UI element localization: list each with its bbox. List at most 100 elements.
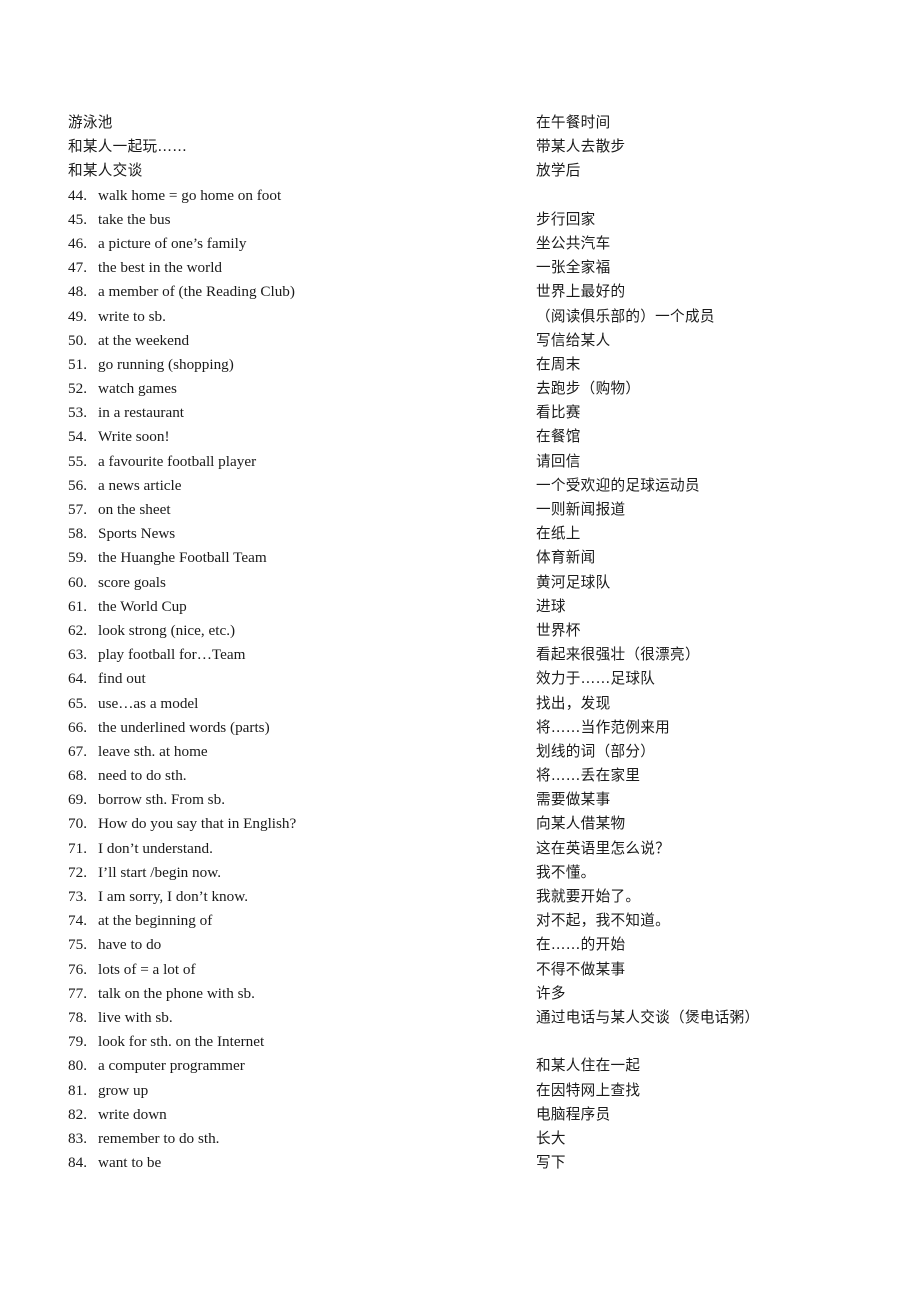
chinese-translation-line: 通过电话与某人交谈（煲电话粥） (536, 1008, 760, 1026)
chinese-translation-line: 在午餐时间 (536, 114, 611, 131)
chinese-translation-line: 许多 (536, 984, 566, 1002)
english-phrase: a computer programmer (98, 1057, 245, 1075)
list-item: 52. watch games (68, 377, 508, 401)
list-item: 82. write down (68, 1103, 508, 1127)
list-item: 75. have to do (68, 933, 508, 957)
item-number: 57. (68, 501, 87, 518)
chinese-translation-line: 效力于……足球队 (536, 670, 656, 688)
item-number: 78. (68, 1008, 87, 1026)
item-number: 83. (68, 1129, 87, 1147)
list-item: 48. a member of (the Reading Club) (68, 280, 508, 304)
list-item: 62. look strong (nice, etc.) (68, 619, 508, 643)
item-number: 56. (68, 476, 87, 494)
item-number: 45. (68, 210, 87, 228)
item-number: 60. (68, 573, 87, 591)
item-number: 74. (68, 912, 87, 930)
english-phrase: a member of (the Reading Club) (98, 283, 295, 301)
list-item: 78. live with sb. (68, 1006, 508, 1030)
list-item: 81. grow up (68, 1079, 508, 1103)
list-item: 66. the underlined words (parts) (68, 716, 508, 740)
list-item: 84. want to be (68, 1151, 508, 1175)
item-number: 62. (68, 621, 87, 639)
list-item: 44. walk home = go home on foot (68, 184, 508, 208)
english-phrase: Sports News (98, 525, 176, 543)
item-number: 76. (68, 960, 87, 978)
chinese-translation-line: 请回信 (536, 452, 581, 470)
chinese-translation-line: 将……丢在家里 (536, 767, 641, 785)
item-number: 73. (68, 888, 87, 905)
item-number: 79. (68, 1033, 87, 1051)
heading-line: 和某人交谈 (68, 162, 143, 180)
english-phrase: a favourite football player (98, 452, 257, 470)
item-number: 51. (68, 355, 87, 373)
list-item: 55. a favourite football player (68, 450, 508, 474)
item-number: 82. (68, 1105, 87, 1123)
english-phrase: borrow sth. From sb. (98, 791, 225, 809)
item-number: 68. (68, 767, 87, 785)
item-number: 53. (68, 404, 87, 422)
item-number: 55. (68, 452, 87, 470)
list-item: 83. remember to do sth. (68, 1127, 508, 1151)
list-item: 54. Write soon! (68, 425, 508, 449)
list-item: 71. I don’t understand. (68, 837, 508, 861)
item-number: 59. (68, 549, 87, 567)
chinese-translation-line: 这在英语里怎么说？ (536, 839, 671, 857)
english-phrase: live with sb. (98, 1008, 173, 1026)
chinese-translation-line: 一则新闻报道 (536, 501, 626, 518)
list-item: 72. I’ll start /begin now. (68, 861, 508, 885)
chinese-translation-line: 写信给某人 (536, 331, 611, 349)
chinese-translation-line: 世界上最好的 (536, 283, 626, 301)
chinese-translation-line: 我不懂。 (536, 863, 596, 881)
chinese-translation-line: 进球 (536, 597, 566, 615)
chinese-translation-line: 长大 (536, 1129, 566, 1147)
english-phrase: score goals (98, 573, 166, 591)
list-item: 46. a picture of one’s family (68, 232, 508, 256)
list-item: 76. lots of = a lot of (68, 958, 508, 982)
item-number: 75. (68, 936, 87, 954)
english-phrase: play football for…Team (98, 646, 246, 664)
list-item: 58. Sports News (68, 522, 508, 546)
english-phrase: walk home = go home on foot (98, 186, 282, 204)
chinese-translation-column: 在午餐时间 带某人去散步 放学后 步行回家 坐公共汽车 一张全家福 世界上最好的 （阅读俱乐部… (536, 111, 906, 1175)
chinese-translation-line: 向某人借某物 (536, 815, 626, 833)
item-number: 63. (68, 646, 87, 664)
list-item: 80. a computer programmer (68, 1054, 508, 1078)
english-phrase: at the beginning of (98, 912, 213, 930)
item-number: 61. (68, 597, 87, 615)
english-phrase: the best in the world (98, 259, 223, 277)
item-number: 81. (68, 1081, 87, 1099)
chinese-translation-line: 带某人去散步 (536, 138, 626, 156)
chinese-translation-line: 在餐馆 (536, 428, 581, 446)
list-item: 50. at the weekend (68, 329, 508, 353)
list-item: 59. the Huanghe Football Team (68, 546, 508, 570)
chinese-translation-line: 我就要开始了。 (536, 888, 641, 905)
list-item: 47. the best in the world (68, 256, 508, 280)
english-phrase: remember to do sth. (98, 1129, 220, 1147)
item-number: 52. (68, 380, 87, 398)
english-phrase: I am sorry, I don’t know. (98, 888, 249, 905)
english-phrase: write to sb. (98, 307, 166, 325)
chinese-translation-line: 对不起，我不知道。 (536, 912, 671, 930)
item-number: 65. (68, 694, 87, 712)
list-item: 53. in a restaurant (68, 401, 508, 425)
chinese-translation-line: 电脑程序员 (536, 1105, 611, 1123)
english-phrase: grow up (98, 1081, 149, 1099)
list-item: 56. a news article (68, 474, 508, 498)
item-number: 48. (68, 283, 87, 301)
chinese-translation-line: 看比赛 (536, 404, 581, 422)
list-item: 69. borrow sth. From sb. (68, 788, 508, 812)
item-number: 49. (68, 307, 87, 325)
item-number: 66. (68, 718, 87, 736)
item-number: 44. (68, 186, 87, 204)
list-item: 60. score goals (68, 571, 508, 595)
english-phrase: take the bus (98, 210, 171, 228)
chinese-translation-line: 找出，发现 (536, 694, 611, 712)
english-phrase: at the weekend (98, 331, 190, 349)
chinese-translation-line: 放学后 (536, 162, 581, 180)
item-number: 46. (68, 234, 87, 252)
item-number: 70. (68, 815, 87, 833)
item-number: 67. (68, 742, 87, 760)
english-phrase: go running (shopping) (98, 355, 234, 373)
document-page: 游泳池 和某人一起玩…… 和某人交谈 44. walk home = go home o… (0, 0, 920, 1302)
